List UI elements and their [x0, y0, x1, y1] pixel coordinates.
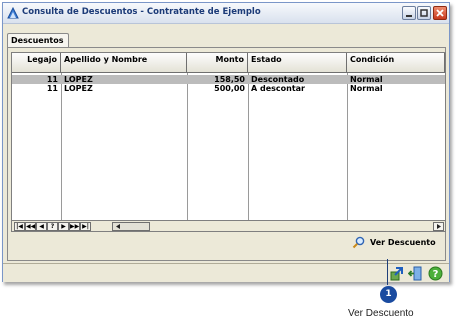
column-divider: [187, 73, 188, 220]
nav-first-button[interactable]: |◀: [14, 222, 25, 231]
column-divider: [61, 73, 62, 220]
cell-monto: 500,00: [214, 84, 245, 93]
status-bar: ?: [3, 263, 449, 282]
magnifier-icon: [352, 236, 365, 249]
close-icon: [436, 9, 444, 17]
tab-descuentos[interactable]: Descuentos: [7, 33, 69, 48]
callout-caption: Ver Descuento: [348, 308, 414, 319]
title-bar[interactable]: Consulta de Descuentos - Contratante de …: [3, 3, 449, 24]
nav-prior-button[interactable]: ◀: [36, 222, 47, 231]
scroll-right-button[interactable]: [433, 222, 444, 231]
cell-condicion: Normal: [350, 84, 383, 93]
horizontal-scrollbar[interactable]: [112, 222, 150, 231]
column-header-nombre[interactable]: Apellido y Nombre: [61, 53, 187, 73]
nav-next-button[interactable]: ▶: [58, 222, 69, 231]
cell-condicion: Normal: [350, 75, 383, 84]
nav-next-page-button[interactable]: ▶▶: [69, 222, 80, 231]
ver-descuento-label: Ver Descuento: [370, 238, 436, 247]
column-header-monto[interactable]: Monto: [187, 53, 248, 73]
cell-estado: A descontar: [251, 84, 305, 93]
scroll-right-icon: [436, 224, 441, 229]
minimize-icon: [406, 15, 412, 17]
column-divider: [347, 73, 348, 220]
maximize-icon: [420, 9, 428, 17]
nav-last-button[interactable]: ▶|: [80, 222, 91, 231]
nav-search-button[interactable]: ?: [47, 222, 58, 231]
tab-panel: Legajo Apellido y Nombre Monto Estado Co…: [7, 47, 446, 261]
cell-nombre: LOPEZ: [64, 84, 93, 93]
tab-descuentos-label: Descuentos: [11, 36, 64, 45]
app-logo-icon: [7, 7, 19, 19]
column-header-estado[interactable]: Estado: [248, 53, 347, 73]
cell-estado: Descontado: [251, 75, 305, 84]
close-button[interactable]: [433, 6, 447, 20]
help-icon[interactable]: ?: [428, 266, 443, 281]
cell-legajo: 11: [46, 75, 58, 84]
maximize-button[interactable]: [417, 6, 431, 20]
cell-nombre: LOPEZ: [64, 75, 93, 84]
app-window: Consulta de Descuentos - Contratante de …: [2, 2, 450, 282]
scroll-left-icon: [116, 224, 120, 229]
export-icon[interactable]: [389, 266, 404, 281]
cell-monto: 158,50: [214, 75, 245, 84]
window-title: Consulta de Descuentos - Contratante de …: [22, 7, 261, 17]
discounts-table: Legajo Apellido y Nombre Monto Estado Co…: [11, 52, 446, 232]
svg-text:?: ?: [433, 269, 439, 280]
exit-door-icon[interactable]: [408, 266, 423, 281]
column-divider: [248, 73, 249, 220]
callout-connector: [387, 259, 388, 285]
cell-legajo: 11: [46, 84, 58, 93]
record-navigator: |◀ ◀◀ ◀ ? ▶ ▶▶ ▶|: [12, 220, 445, 231]
column-header-legajo[interactable]: Legajo: [12, 53, 61, 73]
minimize-button[interactable]: [402, 6, 416, 20]
callout-badge: 1: [380, 286, 397, 303]
nav-prior-page-button[interactable]: ◀◀: [25, 222, 36, 231]
column-header-condicion[interactable]: Condición: [347, 53, 445, 73]
